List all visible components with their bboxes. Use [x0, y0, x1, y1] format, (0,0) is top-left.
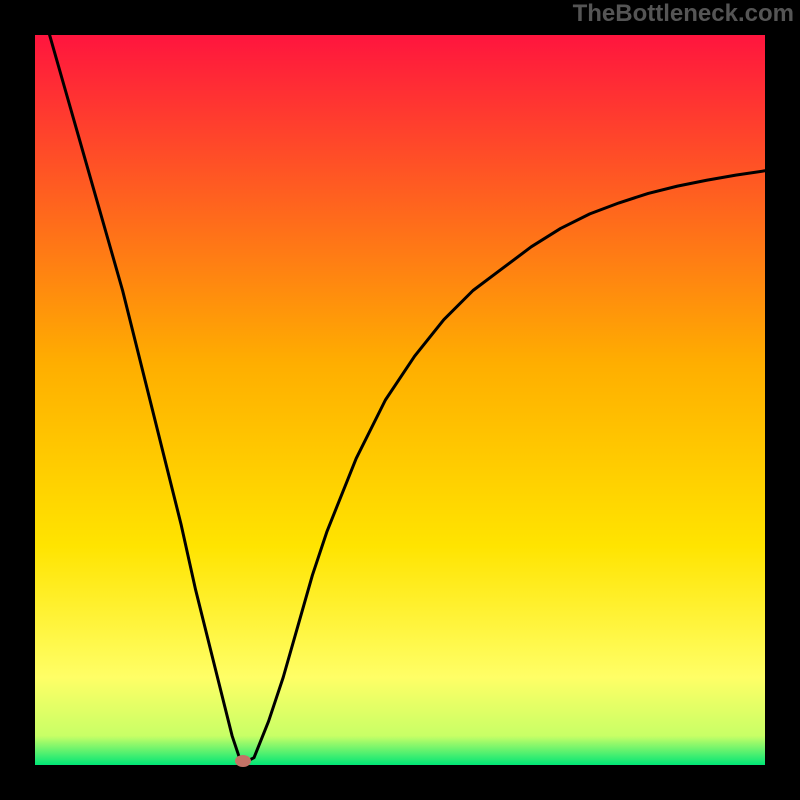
chart-svg [35, 35, 765, 765]
chart-frame: TheBottleneck.com [0, 0, 800, 800]
plot-area [35, 35, 765, 765]
gradient-background [35, 35, 765, 765]
optimal-point-marker [235, 755, 251, 767]
watermark-text: TheBottleneck.com [573, 0, 794, 28]
